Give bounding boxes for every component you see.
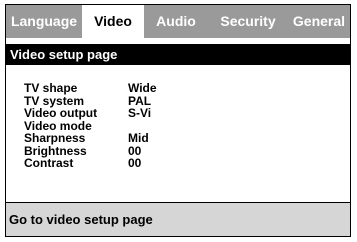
setup-menu: Language Video Audio Security General Vi…	[5, 4, 351, 237]
tab-general[interactable]: General	[288, 5, 350, 38]
tab-language[interactable]: Language	[6, 5, 82, 38]
tab-audio[interactable]: Audio	[144, 5, 208, 38]
status-bar: Go to video setup page	[6, 203, 350, 236]
page-title: Video setup page	[6, 44, 350, 65]
setting-value: 00	[128, 156, 142, 170]
setting-value: S-Vi	[128, 106, 152, 120]
setting-video-output[interactable]: Video output S-Vi	[24, 107, 244, 120]
setting-tv-shape[interactable]: TV shape Wide	[24, 82, 244, 95]
setting-label: TV shape	[24, 81, 78, 95]
setting-value: Wide	[128, 81, 157, 95]
setting-value: Mid	[128, 131, 149, 145]
setting-sharpness[interactable]: Sharpness Mid	[24, 132, 244, 145]
setting-label: Sharpness	[24, 131, 86, 145]
settings-list: TV shape Wide TV system PAL Video output…	[24, 82, 244, 170]
tab-video[interactable]: Video	[82, 5, 144, 38]
tab-security[interactable]: Security	[208, 5, 288, 38]
setting-contrast[interactable]: Contrast 00	[24, 157, 244, 170]
setting-label: Contrast	[24, 156, 74, 170]
tab-bar: Language Video Audio Security General	[6, 5, 350, 38]
setting-label: Video output	[24, 106, 98, 120]
